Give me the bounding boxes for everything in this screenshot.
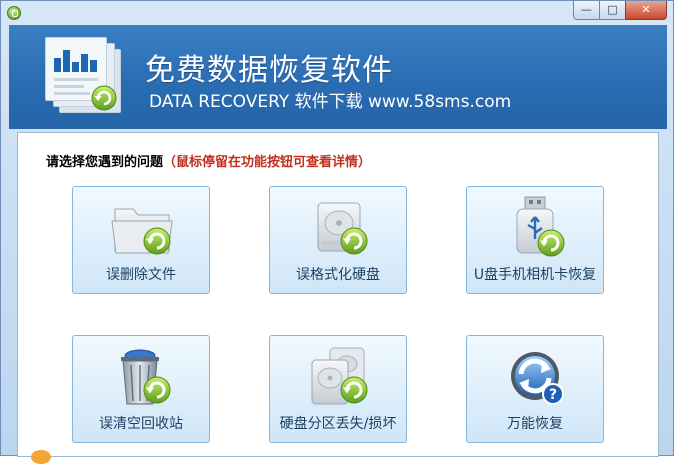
prompt-text: 请选择您遇到的问题（鼠标停留在功能按钮可查看详情） bbox=[46, 151, 371, 170]
universal-recover-icon: ? bbox=[511, 352, 564, 405]
app-logo-icon bbox=[45, 37, 125, 119]
button-label: 误删除文件 bbox=[106, 267, 176, 283]
main-panel: 请选择您遇到的问题（鼠标停留在功能按钮可查看详情） 误删除文件 误格式化硬盘 U… bbox=[17, 132, 659, 457]
folder-recover-icon bbox=[111, 208, 173, 255]
button-label: 误格式化硬盘 bbox=[296, 267, 380, 283]
partition-recover-icon bbox=[311, 347, 368, 405]
harddisk-recover-icon bbox=[317, 202, 368, 255]
prompt-label: 请选择您遇到的问题 bbox=[46, 155, 164, 170]
maximize-button[interactable]: □ bbox=[599, 1, 625, 20]
status-indicator-icon bbox=[31, 450, 51, 464]
title-bar: — □ ✕ bbox=[1, 1, 673, 27]
recover-deleted-files-button[interactable]: 误删除文件 bbox=[72, 186, 210, 294]
usb-drive-recover-icon bbox=[516, 196, 565, 257]
recycle-bin-recover-icon bbox=[121, 349, 171, 405]
button-label: 误清空回收站 bbox=[99, 416, 183, 432]
app-subtitle: DATA RECOVERY 软件下载 www.58sms.com bbox=[149, 92, 512, 112]
window-controls: — □ ✕ bbox=[573, 1, 667, 21]
app-window: — □ ✕ 免费数据恢复软件 DATA RECOVERY 软件下载 www.58… bbox=[0, 0, 674, 464]
button-label: 万能恢复 bbox=[507, 416, 563, 432]
recover-partition-button[interactable]: 硬盘分区丢失/损坏 bbox=[269, 335, 407, 443]
app-title: 免费数据恢复软件 bbox=[145, 53, 393, 88]
button-label: U盘手机相机卡恢复 bbox=[473, 267, 597, 283]
prompt-hint: （鼠标停留在功能按钮可查看详情） bbox=[163, 155, 372, 170]
close-button[interactable]: ✕ bbox=[625, 1, 667, 20]
minimize-button[interactable]: — bbox=[573, 1, 599, 20]
recover-recycle-bin-button[interactable]: 误清空回收站 bbox=[72, 335, 210, 443]
recover-arrow-icon bbox=[91, 85, 117, 111]
app-icon[interactable] bbox=[7, 6, 21, 20]
universal-recover-button[interactable]: ? 万能恢复 bbox=[466, 335, 604, 443]
recover-usb-card-button[interactable]: U盘手机相机卡恢复 bbox=[466, 186, 604, 294]
button-label: 硬盘分区丢失/损坏 bbox=[279, 416, 397, 432]
recover-formatted-disk-button[interactable]: 误格式化硬盘 bbox=[269, 186, 407, 294]
svg-text:?: ? bbox=[549, 387, 557, 403]
header-banner: 免费数据恢复软件 DATA RECOVERY 软件下载 www.58sms.co… bbox=[9, 25, 667, 129]
